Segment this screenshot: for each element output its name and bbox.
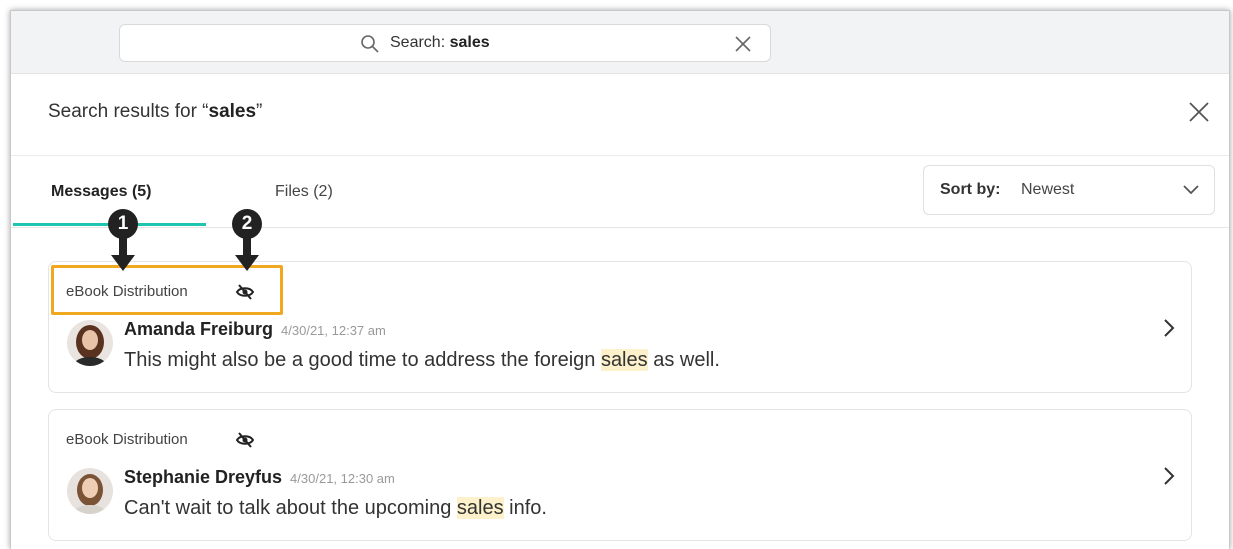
search-input[interactable]: Search: sales <box>119 24 771 62</box>
callout-1: 1 <box>108 209 138 273</box>
tab-messages[interactable]: Messages (5) <box>51 183 152 201</box>
message-text: Can't wait to talk about the upcoming sa… <box>124 497 547 519</box>
arrow-down-icon <box>235 235 259 271</box>
avatar <box>67 320 113 366</box>
chevron-right-icon <box>1164 467 1175 485</box>
results-header: Search results for “sales” <box>11 73 1229 156</box>
search-match: sales <box>456 497 504 519</box>
search-result-item[interactable]: eBook Distribution Stephanie Dreyfus 4/30… <box>48 409 1192 541</box>
tab-bar: Messages (5) Files (2) Sort by: Newest <box>11 155 1229 228</box>
clear-search-icon[interactable] <box>732 33 754 55</box>
callout-2: 2 <box>232 209 262 273</box>
search-match: sales <box>600 349 648 371</box>
sort-value: Newest <box>1021 181 1075 198</box>
avatar <box>67 468 113 514</box>
author-name: Stephanie Dreyfus 4/30/21, 12:30 am <box>124 467 395 487</box>
arrow-down-icon <box>111 235 135 271</box>
search-icon <box>361 35 379 53</box>
sort-label: Sort by: <box>940 181 1001 198</box>
app-window: Search: sales Search results for “sales”… <box>10 10 1230 549</box>
channel-name: eBook Distribution <box>66 431 188 448</box>
chevron-down-icon <box>1183 185 1199 195</box>
author-name: Amanda Freiburg 4/30/21, 12:37 am <box>124 319 386 339</box>
message-text: This might also be a good time to addres… <box>124 349 720 371</box>
page-title: Search results for “sales” <box>48 101 263 122</box>
close-icon[interactable] <box>1186 99 1212 125</box>
top-bar: Search: sales <box>11 11 1229 74</box>
chevron-right-icon <box>1164 319 1175 337</box>
tab-files[interactable]: Files (2) <box>275 183 333 201</box>
search-text: Search: sales <box>390 34 490 51</box>
eye-slash-icon <box>235 432 255 448</box>
timestamp: 4/30/21, 12:30 am <box>290 471 395 486</box>
sort-dropdown[interactable]: Sort by: Newest <box>923 165 1215 215</box>
timestamp: 4/30/21, 12:37 am <box>281 323 386 338</box>
